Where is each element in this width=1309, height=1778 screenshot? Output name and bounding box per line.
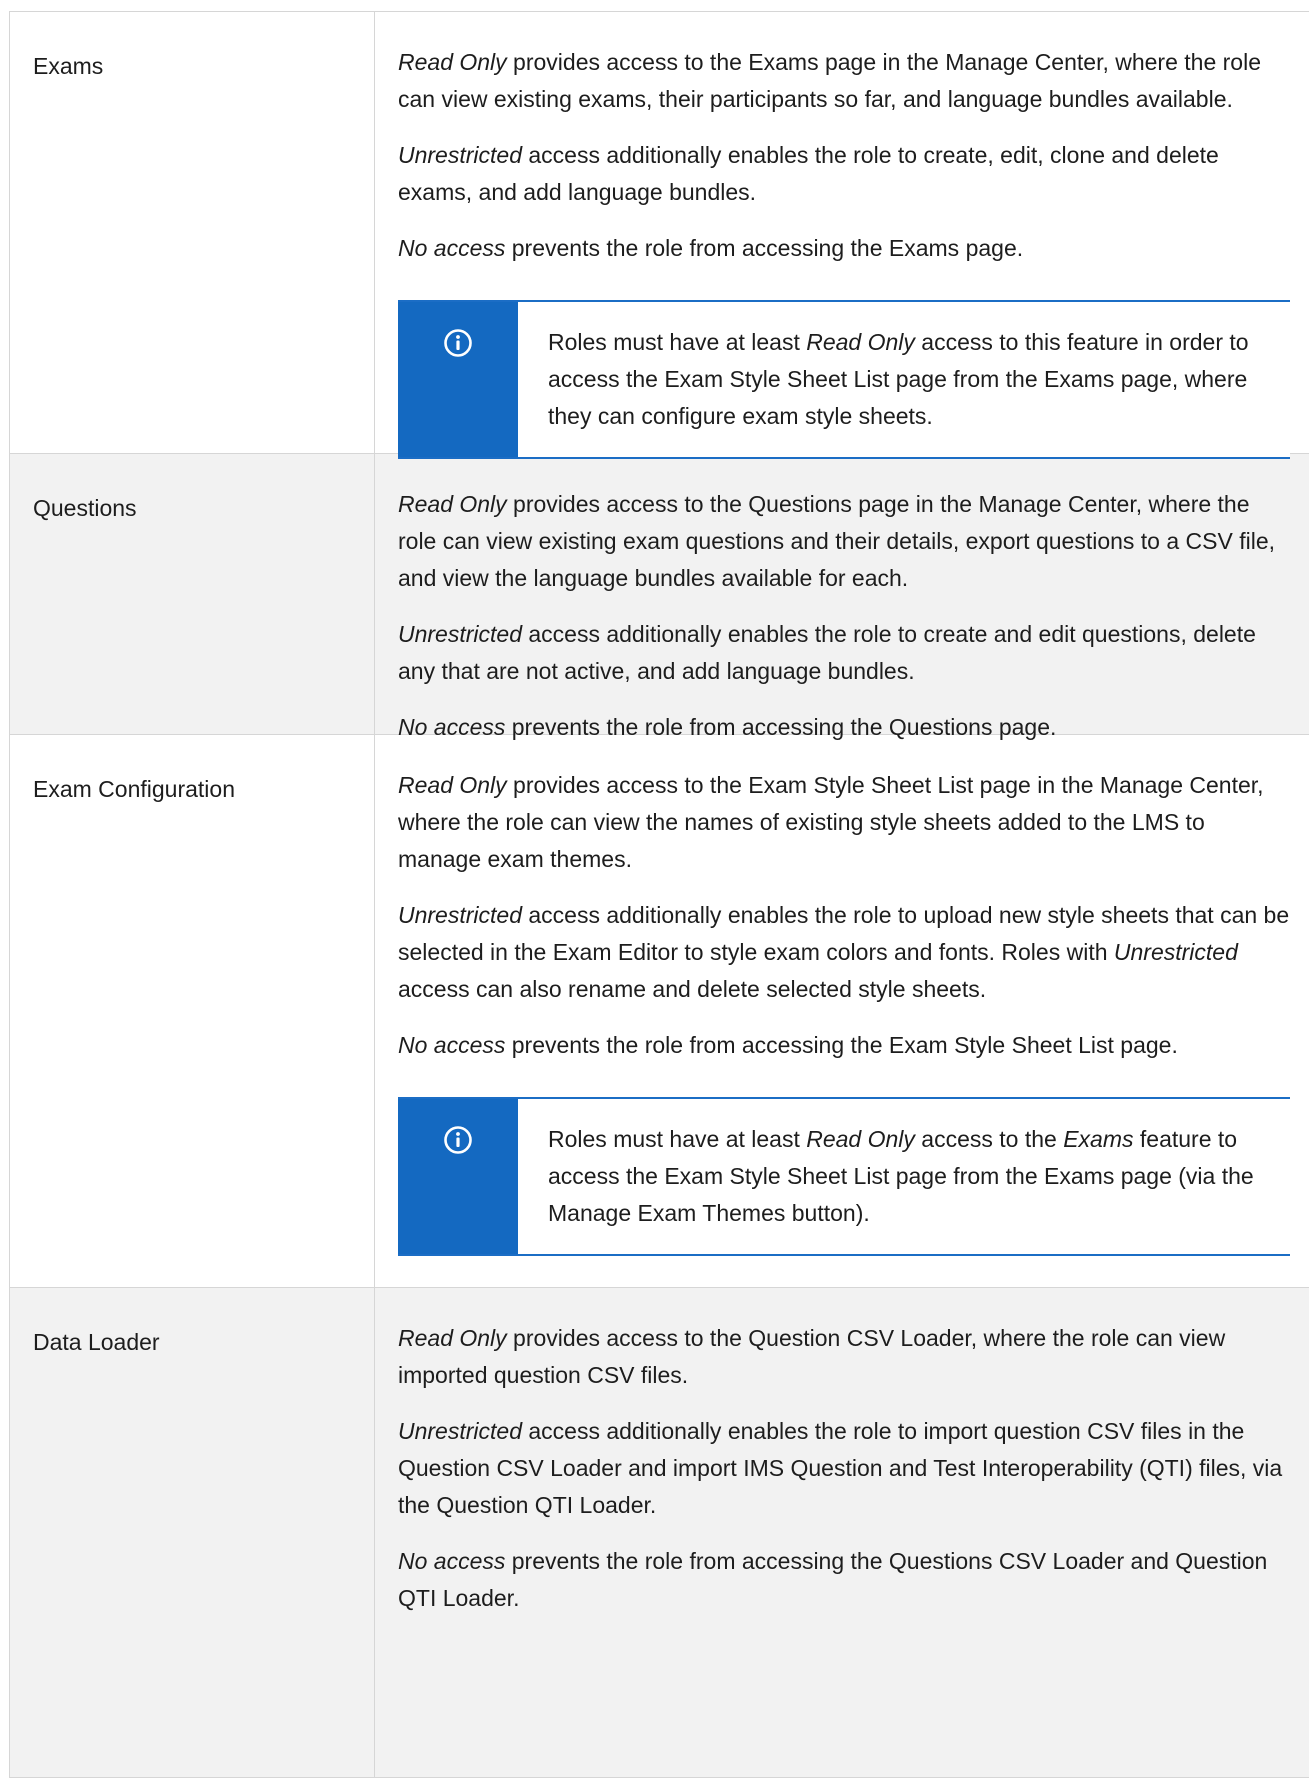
feature-description: Read Only provides access to the Exam St… xyxy=(375,735,1309,1287)
permissions-table: Exams Read Only provides access to the E… xyxy=(9,11,1309,1778)
note-icon-bar xyxy=(398,1099,518,1254)
note-icon-bar xyxy=(398,302,518,457)
no-access-paragraph: No access prevents the role from accessi… xyxy=(398,235,1024,261)
feature-name: Data Loader xyxy=(10,1288,375,1777)
table-row-exams: Exams Read Only provides access to the E… xyxy=(10,12,1309,459)
feature-description: Read Only provides access to the Questio… xyxy=(375,454,1309,740)
read-only-paragraph: Read Only provides access to the Questio… xyxy=(398,491,1276,591)
unrestricted-paragraph: Unrestricted access additionally enables… xyxy=(398,1418,1283,1518)
feature-name: Exam Configuration xyxy=(10,735,375,1287)
feature-description: Read Only provides access to the Exams p… xyxy=(375,12,1309,459)
note-text: Roles must have at least Read Only acces… xyxy=(548,329,1249,429)
feature-description: Read Only provides access to the Questio… xyxy=(375,1288,1309,1777)
unrestricted-paragraph: Unrestricted access additionally enables… xyxy=(398,902,1290,1002)
info-circle-icon xyxy=(443,1125,473,1155)
read-only-paragraph: Read Only provides access to the Questio… xyxy=(398,1325,1226,1388)
unrestricted-paragraph: Unrestricted access additionally enables… xyxy=(398,621,1256,684)
feature-name: Exams xyxy=(10,12,375,453)
info-circle-icon xyxy=(443,328,473,358)
read-only-paragraph: Read Only provides access to the Exam St… xyxy=(398,772,1264,872)
no-access-paragraph: No access prevents the role from accessi… xyxy=(398,1548,1268,1611)
table-row-questions: Questions Read Only provides access to t… xyxy=(10,454,1309,740)
feature-name: Questions xyxy=(10,454,375,734)
no-access-paragraph: No access prevents the role from accessi… xyxy=(398,1032,1178,1058)
table-row-exam-configuration: Exam Configuration Read Only provides ac… xyxy=(10,735,1309,1288)
info-note: Roles must have at least Read Only acces… xyxy=(398,300,1290,459)
info-note: Roles must have at least Read Only acces… xyxy=(398,1097,1290,1256)
unrestricted-paragraph: Unrestricted access additionally enables… xyxy=(398,142,1219,205)
table-row-data-loader: Data Loader Read Only provides access to… xyxy=(10,1288,1309,1778)
read-only-paragraph: Read Only provides access to the Exams p… xyxy=(398,49,1261,112)
note-text: Roles must have at least Read Only acces… xyxy=(548,1126,1254,1226)
